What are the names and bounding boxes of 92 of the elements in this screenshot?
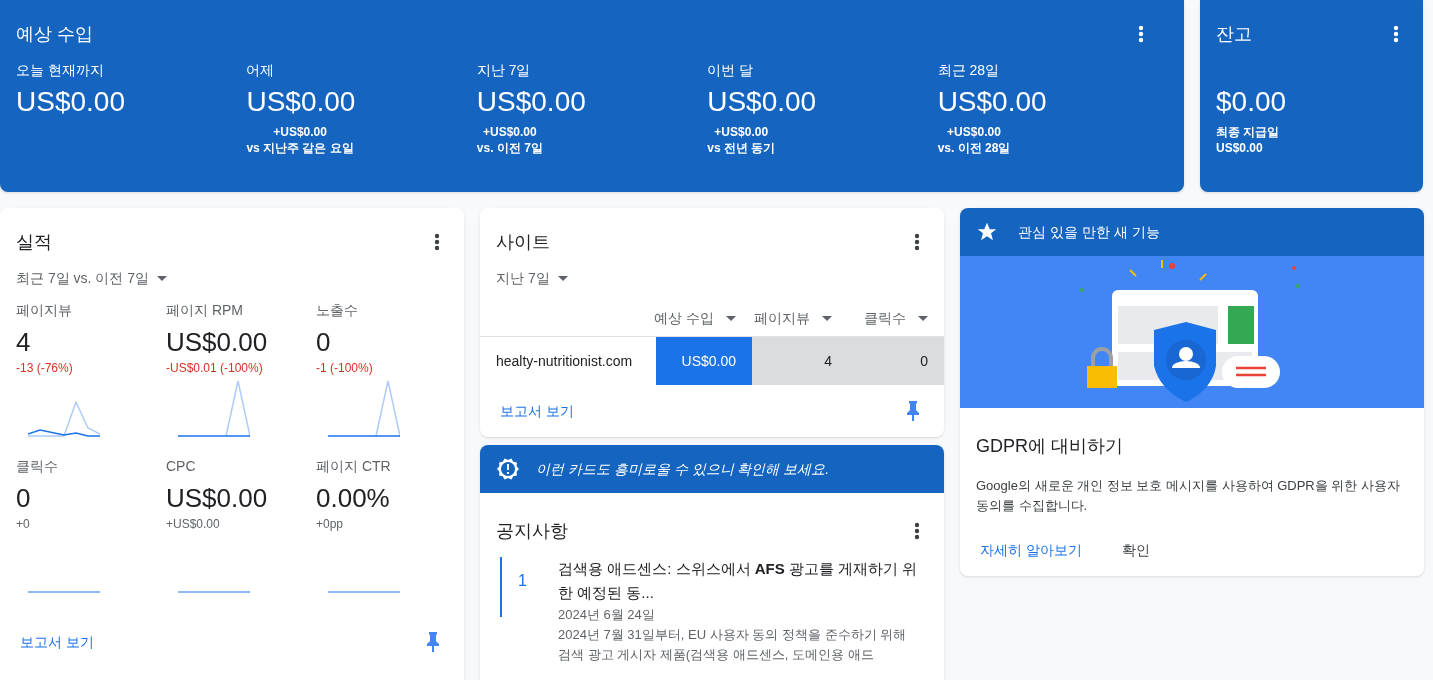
metric-value: 0.00% bbox=[316, 482, 390, 515]
sparkline-drawing bbox=[178, 380, 250, 437]
announcement-body: 2024년 7월 31일부터, EU 사용자 동의 정책을 준수하기 위해 검색 광고 게시자 제품(검색용 애드센스, 도메인용 애드 bbox=[558, 625, 908, 664]
sort-column-header[interactable]: 페이지뷰 bbox=[740, 308, 836, 328]
metric-label: 페이지 RPM bbox=[166, 301, 243, 320]
caret-icon bbox=[822, 315, 832, 321]
earnings-value: US$0.00 bbox=[937, 85, 1047, 119]
delta-value: +US$0.00 bbox=[947, 124, 1001, 140]
metric-label: 클릭수 bbox=[16, 457, 58, 476]
period-label: 최근 28일 bbox=[937, 61, 1000, 80]
earnings-value: US$0.00 bbox=[246, 85, 356, 119]
metric-value: 4 bbox=[16, 326, 31, 359]
pin-icon bbox=[906, 401, 920, 421]
more-vert-icon bbox=[434, 233, 440, 251]
feature-header-text: 관심 있을 만한 새 기능 bbox=[1018, 223, 1160, 242]
learn-more-button[interactable]: 자세히 알아보기 bbox=[976, 536, 1086, 564]
period-label: 지난 7일 bbox=[476, 61, 531, 80]
metric-change: -13 (-76%) bbox=[16, 360, 73, 376]
more-options-button[interactable] bbox=[434, 233, 440, 251]
metric-label: 노출수 bbox=[316, 301, 358, 320]
metric-change: +0pp bbox=[316, 516, 344, 532]
metric-change: +US$0.00 bbox=[166, 516, 220, 532]
last-payment-label: 최종 지급일 bbox=[1216, 124, 1280, 140]
last-payment-value: US$0.00 bbox=[1216, 140, 1263, 156]
delta-value: +US$0.00 bbox=[482, 124, 537, 140]
more-options-button[interactable] bbox=[1393, 25, 1399, 43]
feature-description: Google의 새로운 개인 정보 보호 메시지를 사용하여 GDPR을 위한 사용자 동의를 수집합니다. bbox=[976, 477, 1401, 515]
pin-button[interactable] bbox=[906, 401, 920, 421]
view-report-link[interactable]: 보고서 보기 bbox=[500, 401, 574, 421]
metric-change: -US$0.01 (-100%) bbox=[166, 360, 263, 376]
date-range-dropdown[interactable]: 최근 7일 vs. 이전 7일 bbox=[16, 268, 168, 288]
metric-label: 페이지뷰 bbox=[16, 301, 72, 320]
comparison-label: vs. 이전 7일 bbox=[476, 140, 543, 156]
more-vert-icon bbox=[1393, 25, 1399, 43]
comparison-label: vs. 이전 28일 bbox=[937, 140, 1011, 156]
card-title: 실적 bbox=[16, 231, 52, 254]
card-title: 사이트 bbox=[496, 231, 550, 254]
table-cell: 4 bbox=[752, 337, 848, 385]
delta-value: +US$0.00 bbox=[714, 124, 769, 140]
period-label: 어제 bbox=[246, 61, 275, 80]
site-name: healty-nutritionist.com bbox=[495, 352, 634, 371]
announcement-date: 2024년 6월 24일 bbox=[558, 606, 655, 624]
metric-value: US$0.00 bbox=[166, 482, 268, 515]
more-vert-icon bbox=[914, 233, 920, 251]
caret-icon bbox=[726, 315, 736, 321]
view-report-link[interactable]: 보고서 보기 bbox=[20, 632, 94, 652]
pin-icon bbox=[426, 632, 440, 652]
balance-value: $0.00 bbox=[1216, 85, 1287, 119]
more-vert-icon bbox=[1138, 25, 1144, 43]
period-label: 이번 달 bbox=[707, 61, 754, 80]
metric-label: 페이지 CTR bbox=[316, 457, 391, 476]
earnings-value: US$0.00 bbox=[476, 85, 586, 119]
confirm-button[interactable]: 확인 bbox=[1117, 536, 1154, 564]
sparkline-drawing bbox=[328, 380, 400, 437]
metric-value: 0 bbox=[316, 326, 331, 359]
metric-value: US$0.00 bbox=[166, 326, 268, 359]
comparison-label: vs 지난주 같은 요일 bbox=[246, 140, 354, 156]
suggestion-text: 이런 카드도 흥미로울 수 있으니 확인해 보세요. bbox=[536, 460, 830, 479]
table-cell: 0 bbox=[848, 337, 944, 385]
metric-value: 0 bbox=[16, 482, 31, 515]
metric-change: +0 bbox=[16, 516, 30, 532]
star-icon bbox=[976, 221, 998, 243]
announcement-title[interactable]: 검색용 애드센스: 스위스에서 AFS 광고를 게재하기 위한 예정된 동... bbox=[558, 557, 920, 605]
earnings-value: US$0.00 bbox=[16, 85, 125, 119]
caret-icon bbox=[557, 275, 568, 281]
metric-change: -1 (-100%) bbox=[316, 360, 373, 376]
earnings-value: US$0.00 bbox=[707, 85, 817, 119]
more-options-button[interactable] bbox=[1138, 25, 1144, 43]
more-options-button[interactable] bbox=[914, 233, 920, 251]
sparkline-drawing bbox=[178, 591, 250, 593]
sparkline-drawing bbox=[328, 591, 400, 593]
period-label: 오늘 현재까지 bbox=[16, 61, 104, 80]
caret-icon bbox=[918, 315, 928, 321]
card-title: 공지사항 bbox=[496, 520, 568, 543]
delta-value: +US$0.00 bbox=[273, 124, 327, 140]
announcement-number: 1 bbox=[500, 557, 558, 617]
alert-badge-icon bbox=[496, 457, 520, 481]
date-range-dropdown[interactable]: 지난 7일 bbox=[480, 268, 584, 288]
comparison-label: vs 전년 동기 bbox=[707, 140, 776, 156]
sparkline-drawing bbox=[28, 401, 100, 437]
table-cell: US$0.00 bbox=[656, 337, 752, 385]
card-title: 잔고 bbox=[1216, 23, 1252, 46]
feature-title: GDPR에 대비하기 bbox=[976, 435, 1123, 458]
metric-label: CPC bbox=[166, 457, 196, 476]
sort-column-header[interactable]: 예상 수입 bbox=[644, 308, 740, 328]
card-title: 예상 수입 bbox=[16, 23, 93, 46]
more-vert-icon bbox=[914, 522, 920, 540]
pin-button[interactable] bbox=[426, 632, 440, 652]
sort-column-header[interactable]: 클릭수 bbox=[836, 308, 932, 328]
sparkline-drawing bbox=[28, 591, 100, 593]
more-options-button[interactable] bbox=[914, 522, 920, 540]
caret-icon bbox=[157, 275, 168, 281]
